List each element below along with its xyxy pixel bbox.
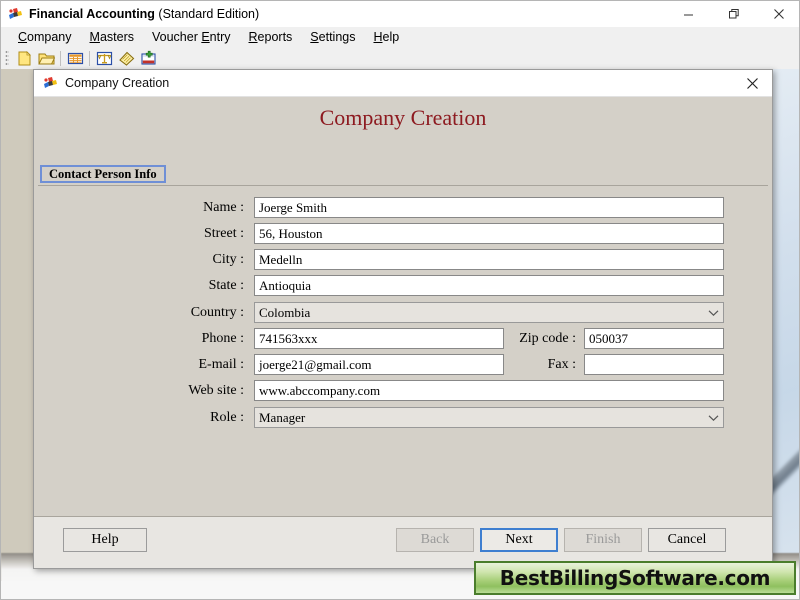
- window-title-main: Financial Accounting: [29, 7, 155, 21]
- window-title: Financial Accounting (Standard Edition): [29, 7, 259, 21]
- email-input[interactable]: joerge21@gmail.com: [254, 354, 504, 375]
- menu-label-help: elp: [382, 30, 400, 44]
- country-select-value: Colombia: [259, 304, 311, 320]
- form-row-street: Street : 56, Houston: [34, 223, 772, 244]
- dialog-close-button[interactable]: [732, 70, 772, 97]
- watermark-text: BestBillingSoftware.com: [499, 566, 771, 590]
- fax-input[interactable]: [584, 354, 724, 375]
- chevron-down-icon: [707, 412, 719, 424]
- ledger-book-icon[interactable]: [116, 49, 136, 68]
- title-bar: Financial Accounting (Standard Edition): [1, 1, 799, 27]
- menu-item-reports[interactable]: Reports: [240, 28, 302, 46]
- website-label: Web site :: [188, 382, 244, 398]
- close-button[interactable]: [756, 1, 799, 27]
- dialog-title-text: Company Creation: [65, 76, 170, 90]
- form-row-name: Name : Joerge Smith: [34, 197, 772, 218]
- dialog-title-bar: Company Creation: [34, 70, 772, 97]
- balance-scale-icon[interactable]: [94, 49, 114, 68]
- menu-label-company: ompany: [27, 30, 72, 44]
- window-controls: [666, 1, 799, 27]
- contact-person-form: Name : Joerge Smith Street : 56, Houston…: [34, 197, 772, 537]
- next-button[interactable]: Next: [480, 528, 558, 552]
- watermark-banner: BestBillingSoftware.com: [474, 561, 796, 595]
- city-label: City :: [212, 251, 244, 267]
- menu-label-entry: ntry: [209, 30, 231, 44]
- table-grid-icon[interactable]: [65, 49, 85, 68]
- dialog-puzzle-icon: [42, 75, 58, 91]
- help-button[interactable]: Help: [63, 528, 147, 552]
- tab-strip: Contact Person Info: [38, 165, 768, 186]
- toolbar: [1, 47, 799, 69]
- role-label: Role :: [210, 409, 244, 425]
- role-select-value: Manager: [259, 409, 306, 425]
- menu-item-masters[interactable]: Masters: [81, 28, 143, 46]
- email-label: E-mail :: [198, 356, 245, 372]
- menu-item-company[interactable]: Company: [9, 28, 81, 46]
- restore-button[interactable]: [711, 1, 756, 27]
- chevron-down-icon: [707, 307, 719, 319]
- city-input[interactable]: Medelln: [254, 249, 724, 270]
- minimize-button[interactable]: [666, 1, 711, 27]
- toolbar-separator-2: [89, 50, 90, 66]
- country-label: Country :: [190, 304, 244, 320]
- phone-label: Phone :: [201, 330, 244, 346]
- dialog-heading: Company Creation: [319, 105, 487, 130]
- role-select[interactable]: Manager: [254, 407, 724, 428]
- form-row-city: City : Medelln: [34, 249, 772, 270]
- form-row-email-fax: E-mail : joerge21@gmail.com Fax :: [34, 354, 772, 375]
- street-label: Street :: [203, 225, 244, 241]
- form-row-country: Country : Colombia: [34, 302, 772, 323]
- state-input[interactable]: Antioquia: [254, 275, 724, 296]
- menu-item-help[interactable]: Help: [364, 28, 408, 46]
- menu-label-voucher: Voucher: [151, 30, 202, 44]
- new-document-icon[interactable]: [14, 49, 34, 68]
- state-label: State :: [208, 277, 244, 293]
- fax-label: Fax :: [547, 356, 576, 372]
- menu-bar: Company Masters Voucher Entry Reports Se…: [1, 27, 799, 47]
- name-label: Name :: [203, 199, 244, 215]
- open-folder-icon[interactable]: [36, 49, 56, 68]
- zip-code-input[interactable]: 050037: [584, 328, 724, 349]
- form-row-state: State : Antioquia: [34, 275, 772, 296]
- toolbar-grip[interactable]: [5, 50, 9, 66]
- dialog-body: Company Creation Contact Person Info Nam…: [34, 97, 772, 568]
- country-select[interactable]: Colombia: [254, 302, 724, 323]
- form-row-website: Web site : www.abccompany.com: [34, 380, 772, 401]
- cancel-button[interactable]: Cancel: [648, 528, 726, 552]
- phone-input[interactable]: 741563xxx: [254, 328, 504, 349]
- menu-item-voucher-entry[interactable]: Voucher Entry: [143, 28, 240, 46]
- form-row-role: Role : Manager: [34, 407, 772, 428]
- add-entry-icon[interactable]: [138, 49, 158, 68]
- website-input[interactable]: www.abccompany.com: [254, 380, 724, 401]
- menu-label-masters: asters: [99, 30, 134, 44]
- window-title-edition: (Standard Edition): [158, 7, 260, 21]
- back-button[interactable]: Back: [396, 528, 474, 552]
- form-row-phone-zip: Phone : 741563xxx Zip code : 050037: [34, 328, 772, 349]
- menu-item-settings[interactable]: Settings: [301, 28, 364, 46]
- finish-button[interactable]: Finish: [564, 528, 642, 552]
- company-creation-dialog: Company Creation Company Creation Contac…: [33, 69, 773, 569]
- app-puzzle-icon: [7, 6, 23, 22]
- menu-label-reports: eports: [257, 30, 293, 44]
- tab-contact-person-info[interactable]: Contact Person Info: [40, 165, 166, 183]
- toolbar-separator: [60, 50, 61, 66]
- name-input[interactable]: Joerge Smith: [254, 197, 724, 218]
- application-window: Financial Accounting (Standard Edition): [0, 0, 800, 600]
- street-input[interactable]: 56, Houston: [254, 223, 724, 244]
- zip-code-label: Zip code :: [519, 330, 576, 346]
- menu-label-settings: ettings: [318, 30, 356, 44]
- tab-contact-person-info-label: Contact Person Info: [49, 166, 157, 181]
